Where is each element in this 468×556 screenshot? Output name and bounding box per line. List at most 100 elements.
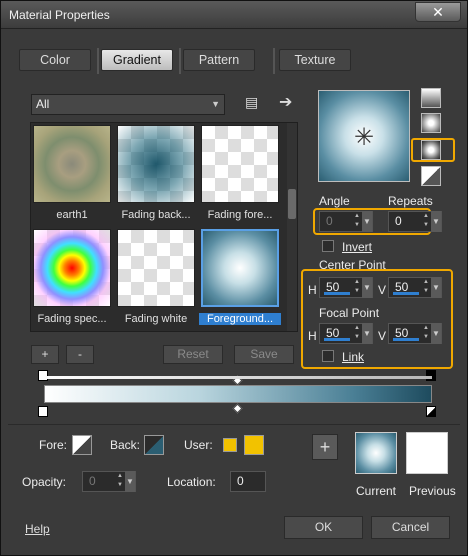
swatch-preview [33,229,111,307]
chevron-down-icon[interactable]: ▼ [362,323,372,344]
linear-mode-icon[interactable] [421,88,441,108]
save-swatch-button[interactable]: Save [234,345,294,364]
swatch-label: Fading fore... [207,209,273,221]
chevron-down-icon[interactable]: ▼ [431,277,441,298]
gradient-library: earth1 Fading back... Fading fore... Fad… [30,122,298,332]
help-link[interactable]: Help [25,522,50,536]
back-label: Back: [110,438,141,452]
center-point-icon: ✳ [354,124,375,151]
arrow-right-icon[interactable]: ➔ [279,92,292,112]
fore-label: Fore: [39,438,68,452]
add-to-library-button[interactable]: + [312,434,338,460]
opacity-input[interactable]: 0 ▲ ▼ ▼ [82,471,136,492]
spin-arrows-icon[interactable]: ▲ ▼ [423,212,431,231]
color-stop-end[interactable] [426,406,436,417]
angle-label: Angle [319,194,350,208]
ok-button[interactable]: OK [284,516,363,539]
title-bar: Material Properties ✕ [1,1,467,29]
back-color-swatch[interactable] [144,435,164,455]
fore-color-swatch[interactable] [72,435,92,455]
gradient-strip[interactable] [44,385,432,403]
rectangular-mode-icon[interactable] [421,113,441,133]
scrollbar-thumb[interactable] [288,189,296,219]
center-h-label: H [308,283,317,297]
tab-gradient[interactable]: Gradient [101,49,173,71]
angle-input[interactable]: 0 ▲ ▼ ▼ [319,211,373,232]
user-color-swatch[interactable] [244,435,264,455]
gradient-preview[interactable]: ✳ [318,90,410,182]
tab-pattern[interactable]: Pattern [183,49,255,71]
swatch-foreground-background[interactable]: Foreground... [199,229,281,325]
chevron-down-icon[interactable]: ▼ [362,277,372,298]
repeats-value: 0 [395,214,402,228]
spin-arrows-icon[interactable]: ▲ ▼ [354,212,362,231]
swatch-fading-spectrum[interactable]: Fading spec... [33,229,111,325]
repeats-label: Repeats [388,194,433,208]
chevron-down-icon[interactable]: ▼ [431,211,441,232]
current-label: Current [356,484,397,498]
spin-arrows-icon[interactable]: ▲ ▼ [423,278,431,297]
swatch-label: earth1 [56,209,88,221]
swatch-fading-background[interactable]: Fading back... [117,125,195,221]
link-label: Link [342,350,365,364]
focal-point-label: Focal Point [319,306,380,320]
cancel-button[interactable]: Cancel [371,516,450,539]
repeats-input[interactable]: 0 ▲ ▼ ▼ [388,211,442,232]
swatch-preview [201,125,279,203]
previous-material-swatch[interactable] [406,432,448,474]
value-bar [324,338,350,341]
spin-arrows-icon[interactable]: ▲ ▼ [354,324,362,343]
opacity-label: Opacity: [22,475,67,489]
center-v-label: V [378,283,387,297]
color-stop-start[interactable] [38,406,48,417]
swatch-fading-white[interactable]: Fading white [117,229,195,325]
invert-label: Invert [342,240,373,254]
tab-color[interactable]: Color [19,49,91,71]
plus-icon: + [319,437,331,457]
library-scrollbar[interactable] [287,123,297,331]
sunburst-mode-icon[interactable] [421,166,441,186]
angle-value: 0 [326,214,333,228]
swatch-preview [117,125,195,203]
invert-checkbox[interactable] [322,240,334,252]
chevron-down-icon[interactable]: ▼ [125,471,135,492]
window-title: Material Properties [9,8,110,22]
add-swatch-button[interactable]: + [31,345,59,364]
swatch-preview [201,229,279,307]
close-button[interactable]: ✕ [415,2,461,22]
color-midpoint[interactable] [232,403,243,414]
divider [8,424,460,425]
tab-separator [97,48,99,74]
value-bar [393,292,419,295]
swatch-fading-foreground[interactable]: Fading fore... [201,125,279,221]
location-input[interactable]: 0 [230,471,266,492]
swatch-preview [117,229,195,307]
tab-separator [179,48,181,74]
value-bar [393,338,419,341]
center-v-input[interactable]: 50 ▲ ▼ ▼ [388,277,442,298]
tab-texture[interactable]: Texture [279,49,351,71]
chevron-down-icon[interactable]: ▼ [362,211,372,232]
focal-h-input[interactable]: 50 ▲ ▼ ▼ [319,323,373,344]
user-color-small-swatch[interactable] [223,438,237,452]
category-dropdown[interactable]: All ▼ [31,94,225,115]
reset-button[interactable]: Reset [163,345,223,364]
spin-arrows-icon[interactable]: ▲ ▼ [117,472,125,491]
material-properties-window: Material Properties ✕ Color Gradient Pat… [0,0,468,556]
remove-swatch-button[interactable]: - [66,345,94,364]
focal-h-label: H [308,329,317,343]
library-icon[interactable]: ▤ [245,94,258,111]
swatch-earth1[interactable]: earth1 [33,125,111,221]
swatch-label: Foreground... [199,313,281,325]
center-h-input[interactable]: 50 ▲ ▼ ▼ [319,277,373,298]
focal-v-label: V [378,329,387,343]
opacity-bar [44,376,432,379]
spin-arrows-icon[interactable]: ▲ ▼ [423,324,431,343]
value-bar [324,292,350,295]
chevron-down-icon[interactable]: ▼ [431,323,441,344]
spin-arrows-icon[interactable]: ▲ ▼ [354,278,362,297]
swatch-label: Fading back... [121,209,191,221]
link-checkbox[interactable] [322,350,334,362]
focal-v-input[interactable]: 50 ▲ ▼ ▼ [388,323,442,344]
close-icon: ✕ [432,4,444,20]
